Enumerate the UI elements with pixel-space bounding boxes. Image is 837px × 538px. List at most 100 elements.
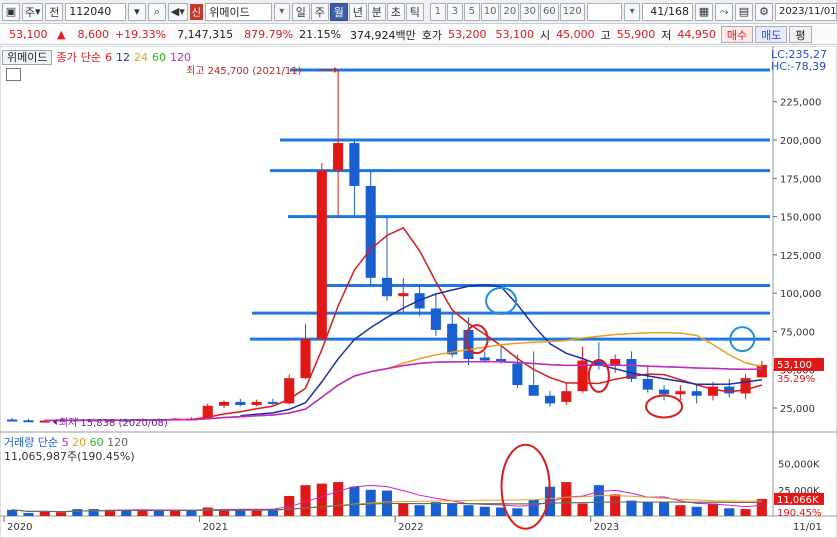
volume-value: 7,147,315 — [177, 28, 234, 41]
date-value: 2023/11/01 — [779, 6, 837, 17]
volume-bar — [137, 510, 148, 516]
volume-bar — [414, 505, 425, 516]
name-dropdown-icon[interactable]: ▾ — [273, 2, 290, 21]
amount-value: 374,924백만 — [350, 28, 416, 42]
volume-bar — [561, 482, 572, 516]
prev-button[interactable]: 전 — [45, 2, 64, 21]
tab-minute[interactable]: 분 — [367, 2, 386, 21]
interval-30[interactable]: 30 — [520, 2, 539, 21]
interval-5[interactable]: 5 — [463, 2, 480, 21]
volume-bar — [528, 499, 539, 516]
support-resistance-lines — [250, 68, 770, 341]
volume-bar — [593, 485, 604, 516]
legend-ma-60: 60 — [151, 50, 166, 64]
date-field[interactable]: 2023/11/01 — [775, 2, 837, 21]
count-field[interactable]: 41/168 — [642, 2, 693, 21]
volume-bar — [430, 502, 441, 516]
save-icon[interactable]: ▤ — [735, 2, 753, 21]
candle-body — [463, 329, 474, 360]
tab-week[interactable]: 주 — [310, 2, 329, 21]
moving-averages — [44, 226, 763, 422]
volume-bar — [88, 509, 99, 516]
gear-icon[interactable]: ⚙ — [755, 2, 773, 21]
tab-month[interactable]: 월 — [329, 2, 348, 21]
bid1-value: 53,200 — [448, 28, 487, 41]
price-tick-label: 125,000 — [780, 251, 821, 262]
candle-body — [691, 391, 702, 396]
candle-body — [610, 359, 621, 366]
change-pct: +19.33% — [114, 28, 167, 41]
stock-name-field[interactable]: 위메이드 — [205, 2, 272, 21]
tab-tick[interactable]: 틱 — [405, 2, 424, 21]
price-tick-label: 175,000 — [780, 174, 821, 185]
high-marker-text: 최고 245,700 (2021/11) — [186, 65, 302, 77]
dropdown-arrow-icon[interactable]: ▾ — [127, 2, 146, 21]
period-select-value: 주 — [24, 5, 35, 19]
candle-body — [479, 357, 490, 361]
window-icon[interactable]: ▣ — [2, 2, 20, 21]
volume-bar — [333, 482, 344, 516]
volume-bar — [447, 502, 458, 516]
chart-area[interactable]: 225,000 200,000 175,000 150,000 125,000 100,0… — [0, 45, 837, 538]
speaker-icon[interactable]: ◀▾ — [167, 2, 188, 21]
moving-average-line — [44, 360, 762, 422]
volume-bar — [675, 505, 686, 516]
candle-body — [218, 401, 230, 406]
interval-120[interactable]: 120 — [559, 2, 585, 21]
candle-body — [300, 339, 311, 379]
low-label: 저 — [661, 28, 672, 42]
hc-value: HC:-78,39 — [770, 60, 827, 73]
time-label: 2021 — [203, 522, 228, 533]
volume-bar — [463, 505, 474, 516]
price-tick-label: 75,000 — [780, 327, 815, 338]
price-chart[interactable]: 225,000 200,000 175,000 150,000 125,000 100,0… — [0, 45, 837, 538]
price-tick-label: 200,000 — [780, 136, 821, 147]
gridlines — [0, 45, 837, 538]
tab-year[interactable]: 년 — [348, 2, 367, 21]
high-label: 고 — [600, 28, 611, 42]
volume-bar — [55, 512, 67, 516]
period-select[interactable]: 주 ▾ — [22, 2, 44, 21]
interval-3[interactable]: 3 — [446, 2, 463, 21]
volume-bar — [153, 510, 164, 516]
change-value: 8,600 — [77, 28, 109, 41]
candle-body — [447, 323, 458, 355]
interval-1[interactable]: 1 — [429, 2, 446, 21]
grid-icon[interactable]: ▦ — [695, 2, 713, 21]
volume-bar — [398, 503, 409, 516]
chart-settings-icon[interactable] — [6, 68, 21, 81]
compare-icon[interactable]: ⤳ — [715, 2, 733, 21]
turnover-rate: 21.15% — [299, 28, 342, 41]
candle-body — [251, 401, 262, 405]
stock-name-tab[interactable]: 위메이드 — [2, 49, 53, 65]
candle-body — [398, 293, 409, 297]
legend-ma-6: 6 — [104, 50, 112, 64]
annotations: 최고 245,700 (2021/11) 최저 15,838 (2020/08) — [52, 65, 339, 429]
interval-dropdown-icon[interactable]: ▾ — [624, 2, 641, 21]
volume-bar — [349, 486, 360, 516]
sell-button[interactable]: 매도 — [755, 26, 788, 43]
buy-button[interactable]: 매수 — [720, 26, 754, 43]
volume-bar — [7, 509, 18, 516]
volume-bar — [707, 503, 719, 516]
stock-code-input[interactable]: 112040 — [65, 2, 126, 21]
search-icon[interactable]: ⌕ — [147, 2, 166, 21]
vol-ratio: 879.79% — [244, 28, 294, 41]
tab-second[interactable]: 초 — [386, 2, 405, 21]
price-tick-label: 150,000 — [780, 213, 821, 224]
volume-bar — [740, 509, 751, 516]
shin-badge: 신 — [189, 3, 204, 20]
interval-input[interactable] — [586, 2, 623, 21]
lc-hc-label: LC:235,27 HC:-78,39 — [771, 49, 827, 73]
interval-10[interactable]: 10 — [480, 2, 500, 21]
interval-60[interactable]: 60 — [539, 2, 559, 21]
interval-20[interactable]: 20 — [500, 2, 520, 21]
open-value: 45,000 — [556, 28, 595, 41]
eval-button[interactable]: 평 — [789, 26, 812, 43]
bid2-value: 53,100 — [495, 28, 535, 41]
time-label: 2022 — [398, 522, 423, 533]
tab-day[interactable]: 일 — [291, 2, 310, 21]
period-tabs: 일 주 월 년 분 초 틱 — [291, 2, 424, 21]
legend-ma-24: 24 — [133, 50, 148, 64]
candle-body — [512, 363, 523, 386]
